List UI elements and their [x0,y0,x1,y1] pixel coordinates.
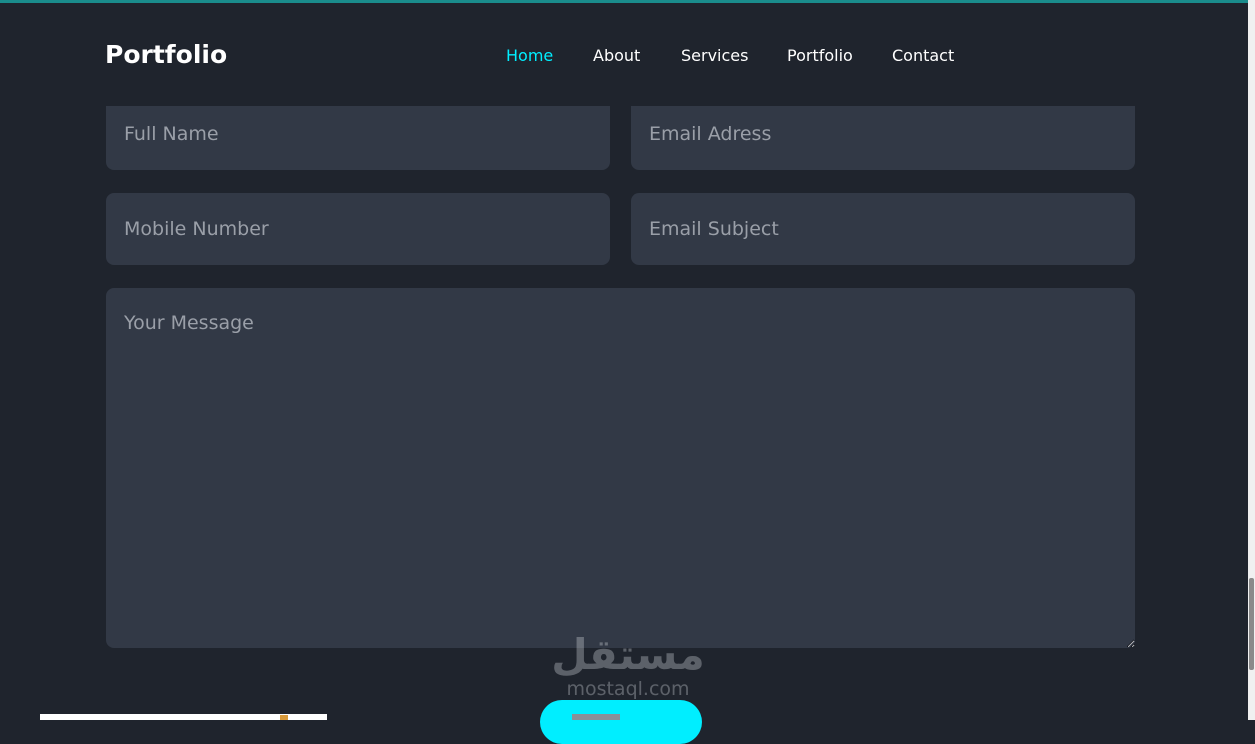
mobile-number-input[interactable] [106,193,610,265]
taskbar-item [572,714,620,720]
nav-home[interactable]: Home [506,46,553,66]
full-name-input[interactable] [106,98,610,170]
nav-services[interactable]: Services [681,46,748,66]
watermark-latin-text: mostaql.com [566,678,690,700]
email-subject-input[interactable] [631,193,1135,265]
nav-portfolio[interactable]: Portfolio [787,46,853,66]
message-textarea[interactable] [106,288,1135,648]
nav-contact[interactable]: Contact [892,46,954,66]
submit-button[interactable] [540,700,702,744]
taskbar-icon [280,715,288,720]
email-input[interactable] [631,98,1135,170]
nav-about[interactable]: About [593,46,640,66]
logo[interactable]: Portfolio [105,40,227,70]
scrollbar-thumb[interactable] [1249,578,1254,670]
site-header: Portfolio Home About Services Portfolio … [0,3,1248,106]
page-scrollbar[interactable] [1248,0,1255,720]
